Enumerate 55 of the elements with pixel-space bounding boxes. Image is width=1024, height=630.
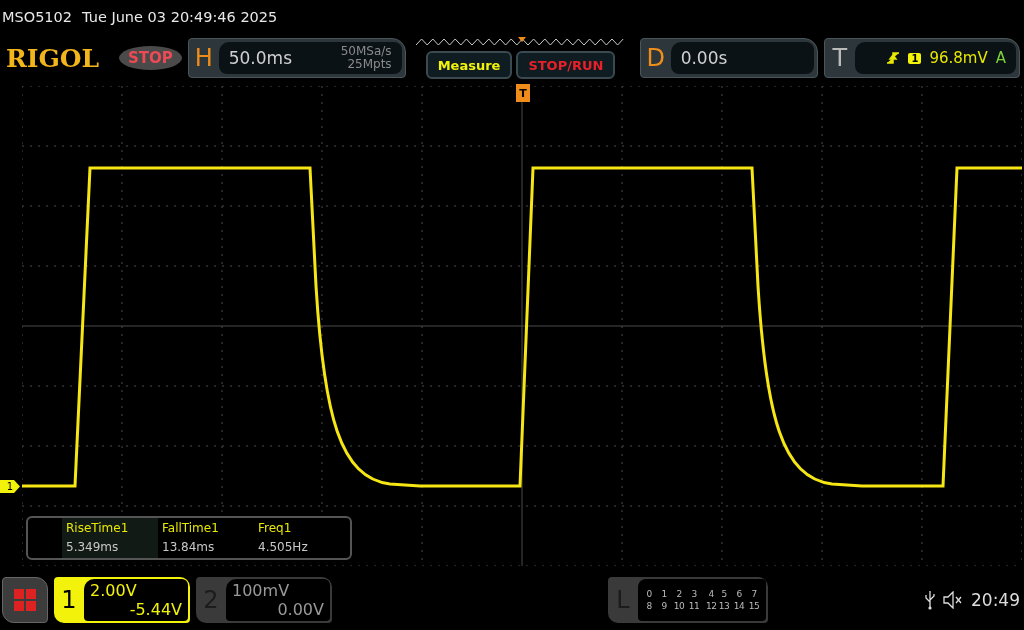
logic-channel-number: 5 [720, 589, 728, 599]
grid-icon [14, 589, 36, 611]
clock-time: 20:49 [971, 590, 1020, 610]
logic-channel-number: 2 [675, 589, 683, 599]
delay-panel[interactable]: D 0.00s [639, 38, 818, 78]
speaker-muted-icon [943, 591, 963, 609]
usb-icon [925, 590, 935, 610]
logic-channel-number: 3 [690, 589, 698, 599]
channel-number: 1 [60, 586, 78, 614]
logic-channel-number: 9 [660, 601, 668, 611]
brand-logo: RIGOL [6, 43, 101, 73]
delay-value: 0.00s [680, 48, 728, 68]
measurement-name: Freq1 [258, 520, 293, 537]
logic-channel-number: 1 [660, 589, 668, 599]
channel-offset: 0.00V [276, 600, 324, 619]
logic-channel-number: 8 [645, 601, 653, 611]
channel-offset-marker[interactable]: 1 [0, 480, 20, 493]
toolbar-button[interactable]: Measure [425, 51, 513, 79]
logic-channel-number: 6 [735, 589, 743, 599]
trigger-level: 96.8mV [929, 49, 988, 67]
date-time: Tue June 03 20:49:46 2025 [82, 9, 278, 25]
sample-rate: 50MSa/s [340, 45, 392, 58]
run-state-badge: STOP [118, 46, 182, 70]
logic-channel-number: 4 [707, 589, 715, 599]
trigger-mode: A [995, 49, 1006, 67]
logic-channel-number: 13 [717, 601, 731, 611]
channel-panel[interactable]: 1 2.00V -5.44V [54, 577, 190, 623]
logic-channel-number: 15 [747, 601, 761, 611]
logic-channel-number: 7 [750, 589, 758, 599]
channel-scale: 2.00V [90, 581, 138, 600]
model-name: MSO5102 [2, 9, 73, 25]
trigger-label: T [831, 44, 849, 72]
logic-channel-number: 14 [732, 601, 746, 611]
menu-button[interactable] [2, 577, 48, 623]
measurement-name: FallTime1 [162, 520, 220, 537]
delay-label: D [645, 44, 666, 72]
horizontal-panel[interactable]: H 50.0ms 50MSa/s 25Mpts [187, 38, 406, 78]
memory-depth: 25Mpts [347, 58, 392, 71]
timebase-value: 50.0ms [228, 48, 292, 68]
logic-channel-number: 10 [672, 601, 686, 611]
channel-scale: 100mV [232, 581, 291, 600]
measurement-name: RiseTime1 [66, 520, 130, 537]
trigger-position-marker[interactable]: T [516, 84, 530, 102]
measurement-value: 13.84ms [162, 539, 216, 556]
channel-offset: -5.44V [128, 600, 182, 619]
logic-channel-number: 12 [706, 601, 716, 611]
toolbar-button[interactable]: STOP/RUN [516, 51, 616, 79]
trigger-source-badge: 1 [908, 52, 922, 64]
logic-channel-number: 0 [645, 589, 653, 599]
rising-edge-icon [886, 51, 901, 65]
measurement-value: 5.349ms [66, 539, 120, 556]
measurement-value: 4.505Hz [258, 539, 309, 556]
trigger-panel[interactable]: T 1 96.8mV A [823, 38, 1020, 78]
logic-channel-number: 11 [687, 601, 701, 611]
horizontal-label: H [193, 44, 214, 72]
